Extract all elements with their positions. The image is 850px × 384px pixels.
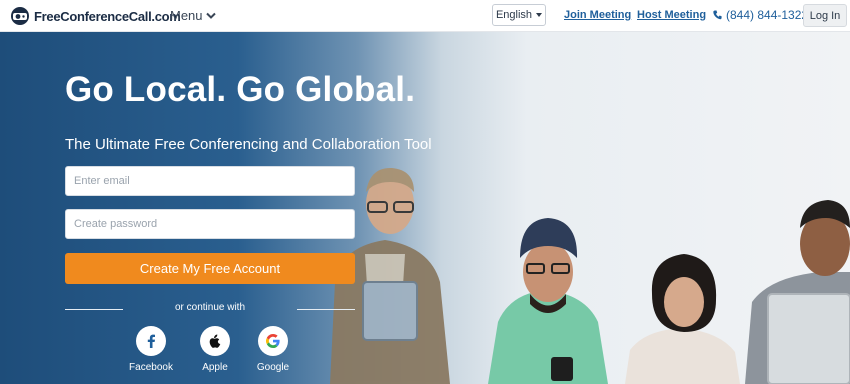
logo-text: FreeConferenceCall.com bbox=[34, 8, 181, 24]
facebook-icon-circle bbox=[136, 326, 166, 356]
divider-left bbox=[65, 309, 123, 310]
password-input[interactable] bbox=[65, 209, 355, 239]
caret-down-icon bbox=[536, 13, 543, 17]
create-account-button[interactable]: Create My Free Account bbox=[65, 253, 355, 284]
host-meeting-link[interactable]: Host Meeting bbox=[637, 9, 706, 21]
phone-text: (844) 844-1322 bbox=[726, 8, 809, 22]
divider-right bbox=[297, 309, 355, 310]
apple-icon-circle bbox=[200, 326, 230, 356]
divider-text: or continue with bbox=[174, 302, 246, 313]
apple-login-button[interactable]: Apple bbox=[185, 326, 245, 373]
hero-subtitle: The Ultimate Free Conferencing and Colla… bbox=[65, 136, 432, 153]
logo-icon bbox=[11, 7, 29, 25]
hero-title: Go Local. Go Global. bbox=[65, 70, 416, 109]
language-value: English bbox=[495, 9, 533, 21]
person-turban bbox=[488, 218, 608, 384]
person-laptop bbox=[745, 200, 850, 384]
phone-icon bbox=[713, 10, 722, 20]
facebook-icon bbox=[147, 334, 155, 348]
email-input[interactable] bbox=[65, 166, 355, 196]
facebook-login-button[interactable]: Facebook bbox=[121, 326, 181, 373]
menu-button[interactable]: Menu bbox=[170, 8, 216, 23]
menu-label: Menu bbox=[170, 8, 203, 23]
apple-label: Apple bbox=[202, 362, 228, 373]
join-meeting-link[interactable]: Join Meeting bbox=[564, 9, 631, 21]
google-icon-circle bbox=[258, 326, 288, 356]
hero-section: Go Local. Go Global. The Ultimate Free C… bbox=[0, 32, 850, 384]
logo[interactable]: FreeConferenceCall.com bbox=[9, 6, 181, 26]
person-woman bbox=[625, 254, 740, 384]
google-label: Google bbox=[256, 362, 290, 373]
phone-number[interactable]: (844) 844-1322 bbox=[713, 8, 808, 22]
facebook-label: Facebook bbox=[129, 362, 173, 373]
site-header: FreeConferenceCall.com Menu English Join… bbox=[0, 0, 850, 32]
language-select[interactable]: English bbox=[492, 4, 546, 26]
google-icon bbox=[266, 334, 280, 348]
chevron-down-icon bbox=[205, 12, 216, 19]
login-button[interactable]: Log In bbox=[803, 4, 847, 27]
apple-icon bbox=[209, 334, 221, 348]
google-login-button[interactable]: Google bbox=[243, 326, 303, 373]
